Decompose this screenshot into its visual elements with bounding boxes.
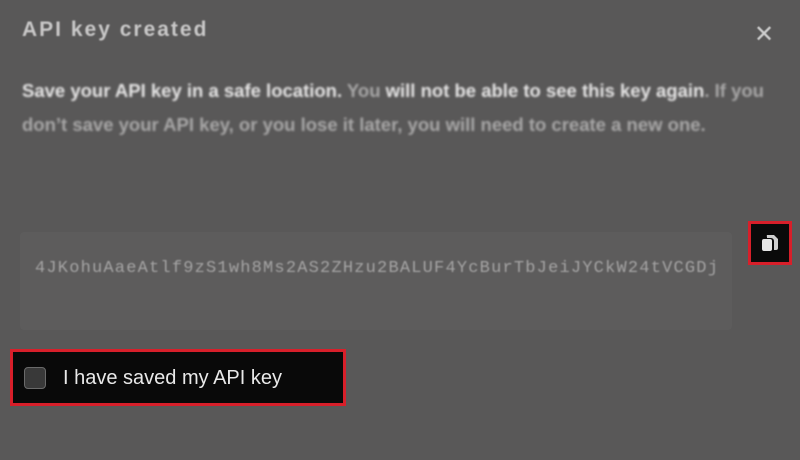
copy-button[interactable]	[748, 221, 792, 265]
dialog-title: API key created	[22, 18, 209, 41]
warning-message: Save your API key in a safe location. Yo…	[22, 74, 792, 142]
confirm-label: I have saved my API key	[63, 367, 282, 389]
saved-checkbox[interactable]	[24, 367, 46, 389]
api-key-box: 4JKohuAaeAtlf9zS1wh8Ms2AS2ZHzu2BALUF4YcB…	[20, 232, 732, 330]
api-key-dialog: API key created ✕ Save your API key in a…	[0, 0, 800, 460]
copy-icon	[762, 235, 778, 251]
warning-strong-1: Save your API key in a safe location.	[22, 80, 343, 101]
warning-text-1: You	[342, 80, 386, 101]
confirm-saved-checkbox-row[interactable]: I have saved my API key	[10, 349, 346, 406]
api-key-value: 4JKohuAaeAtlf9zS1wh8Ms2AS2ZHzu2BALUF4YcB…	[35, 259, 720, 278]
warning-strong-2: will not be able to see this key again	[385, 80, 705, 101]
close-icon[interactable]: ✕	[752, 23, 776, 48]
